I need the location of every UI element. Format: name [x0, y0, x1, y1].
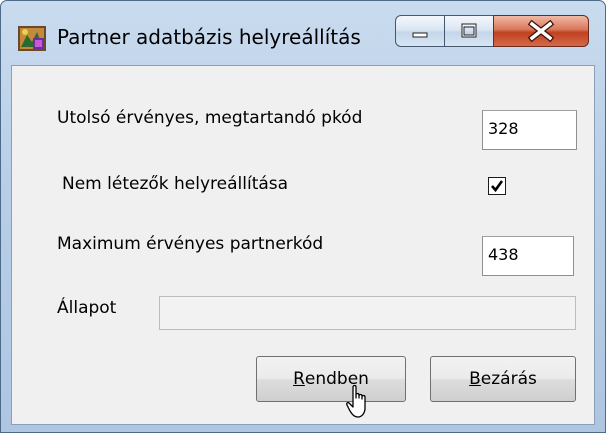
close-icon — [527, 19, 555, 43]
maximize-icon — [461, 23, 477, 38]
max-valid-code-input[interactable]: 438 — [482, 236, 574, 276]
close-window-button[interactable] — [493, 15, 589, 47]
caption-buttons — [395, 15, 591, 49]
checkmark-icon — [491, 180, 504, 193]
title-bar[interactable]: Partner adatbázis helyreállítás — [1, 1, 605, 65]
close-button[interactable]: Bezárás — [430, 356, 576, 402]
close-button-accel: B — [469, 369, 481, 389]
window-title: Partner adatbázis helyreállítás — [57, 25, 361, 49]
maximize-button[interactable] — [444, 15, 494, 47]
ok-button-accel: R — [293, 369, 305, 389]
mouse-pointer-icon — [346, 384, 366, 418]
dialog-content: Utolsó érvényes, megtartandó pkód 328 Ne… — [11, 65, 595, 425]
max-valid-code-label: Maximum érvényes partnerkód — [57, 234, 324, 254]
last-valid-code-input[interactable]: 328 — [482, 110, 577, 150]
last-valid-code-label: Utolsó érvényes, megtartandó pkód — [57, 108, 363, 128]
ok-button[interactable]: Rendben — [256, 356, 406, 402]
status-progress-bar — [159, 296, 576, 330]
close-button-label: ezárás — [480, 369, 537, 389]
restore-missing-label: Nem létezők helyreállítása — [62, 174, 289, 194]
status-label: Állapot — [57, 298, 117, 318]
restore-missing-checkbox[interactable] — [488, 177, 506, 195]
minimize-button[interactable] — [395, 15, 445, 47]
dialog-window: Partner adatbázis helyreállítás Utolsó é… — [0, 0, 606, 433]
database-restore-icon — [18, 26, 46, 51]
minimize-icon — [412, 32, 428, 38]
